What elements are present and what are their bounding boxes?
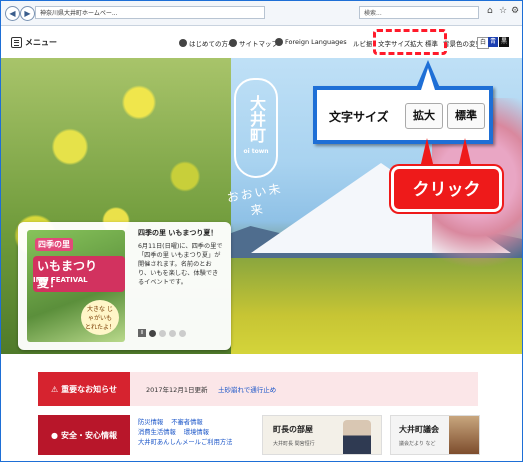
back-button[interactable]: ◀ (5, 6, 20, 21)
notice-link[interactable]: 土砂崩れで通行止め (218, 384, 276, 394)
mayor-room-banner[interactable]: 町長の部屋 大井町長 間宮恒行 (262, 415, 382, 455)
event-image-bubble: 大きな じゃがいも とれたよ！ (81, 300, 119, 335)
important-notice: ⚠ 重要なお知らせ 2017年12月1日更新 土砂崩れで通行止め (38, 372, 478, 406)
event-image-title: いもまつり 夏！ (33, 256, 125, 292)
safety-links: 防災情報 不審者情報 消費生活情報 環境情報 大井町あんしんメールご利用方法 (138, 418, 240, 448)
carousel-pager: II (138, 329, 186, 337)
mayor-title: 町長の部屋 (273, 425, 313, 434)
browser-toolbar: ◀ ▶ 神奈川県大井町ホームペー... 検索... ⌂ ☆ ⚙ (1, 1, 522, 26)
globe-icon (275, 38, 283, 46)
click-tail-right (458, 138, 472, 168)
event-image-en: IMO FEATIVAL (33, 276, 88, 284)
logo-text: 大井町 (247, 95, 266, 143)
nav-foreign-languages-label: Foreign Languages (285, 38, 347, 46)
nav-sitemap-label: サイトマップ (239, 40, 278, 48)
event-title[interactable]: 四季の里 いもまつり夏！ (138, 228, 217, 238)
nav-sitemap[interactable]: サイトマップ (229, 38, 278, 48)
notice-tag-label: 重要なお知らせ (61, 384, 117, 394)
gear-icon[interactable]: ⚙ (511, 6, 519, 16)
info-icon (179, 39, 187, 47)
mayor-sub: 大井町長 間宮恒行 (273, 441, 315, 447)
council-title: 大井町議会 (399, 425, 439, 434)
event-description: 6月11日(日曜)に、四季の里で「四季の里 いもまつり夏」が開催されます。名前の… (138, 243, 223, 286)
callout-label: 文字サイズ (329, 110, 389, 124)
nav-first-time-label: はじめての方へ (189, 40, 235, 48)
click-tail-left (420, 138, 434, 168)
bg-blue-button[interactable]: 青 (488, 37, 498, 47)
pause-button[interactable]: II (138, 329, 146, 337)
notice-tag: ⚠ 重要なお知らせ (38, 372, 130, 406)
click-label: クリック (391, 166, 502, 212)
event-image-title-text: いもまつり (37, 259, 98, 273)
event-image-tag: 四季の里 (35, 238, 73, 251)
highlight-dashed-box (373, 29, 447, 55)
carousel-dot[interactable] (169, 329, 176, 337)
link-disaster-info[interactable]: 防災情報 (138, 419, 163, 426)
carousel-dot[interactable] (159, 329, 166, 337)
council-photo (449, 416, 479, 454)
safety-info-tag[interactable]: ● 安全・安心情報 (38, 415, 130, 455)
home-icon[interactable]: ⌂ (487, 6, 493, 16)
link-suspicious-info[interactable]: 不審者情報 (171, 419, 202, 426)
callout-standard-button: 標準 (447, 103, 485, 129)
warning-icon: ⚠ (50, 384, 59, 394)
sitemap-icon (229, 39, 237, 47)
safety-info-label: 安全・安心情報 (60, 430, 117, 440)
logo-sub: oi town (243, 148, 269, 155)
logo-script: おおい未来 (225, 181, 284, 218)
event-card[interactable]: 四季の里 いもまつり 夏！ IMO FEATIVAL 大きな じゃがいも とれた… (18, 222, 231, 350)
nav-first-time[interactable]: はじめての方へ (179, 38, 235, 48)
ruby-toggle[interactable]: ルビ振 (353, 38, 373, 48)
link-anshin-mail[interactable]: 大井町あんしんメールご利用方法 (138, 439, 232, 446)
menu-button[interactable]: メニュー (11, 37, 57, 48)
council-sub: 議会だより など (399, 441, 436, 447)
alert-icon: ● (51, 430, 58, 440)
link-consumer-info[interactable]: 消費生活情報 (138, 429, 176, 436)
carousel-dot[interactable] (149, 329, 156, 337)
council-banner[interactable]: 大井町議会 議会だより など (390, 415, 480, 455)
link-environment-info[interactable]: 環境情報 (184, 429, 209, 436)
town-logo: 大井町 oi town おおい未来 (226, 78, 286, 238)
notice-date: 2017年12月1日更新 (146, 386, 208, 394)
menu-label: メニュー (25, 38, 57, 47)
mayor-photo (343, 420, 371, 454)
ruby-label: ルビ振 (353, 40, 373, 48)
hamburger-icon (11, 37, 22, 48)
forward-button[interactable]: ▶ (20, 6, 35, 21)
browser-search-input[interactable]: 検索... (359, 6, 479, 19)
address-bar[interactable]: 神奈川県大井町ホームペー... (35, 6, 265, 19)
event-image[interactable]: 四季の里 いもまつり 夏！ IMO FEATIVAL 大きな じゃがいも とれた… (27, 230, 125, 342)
nav-foreign-languages[interactable]: Foreign Languages (275, 38, 347, 46)
callout-pointer-inner (421, 68, 435, 90)
carousel-dot[interactable] (179, 329, 186, 337)
callout-enlarge-button: 拡大 (405, 103, 443, 129)
bg-black-button[interactable]: 黒 (499, 37, 509, 47)
star-icon[interactable]: ☆ (499, 6, 507, 16)
font-size-callout: 文字サイズ 拡大 標準 (313, 86, 493, 144)
